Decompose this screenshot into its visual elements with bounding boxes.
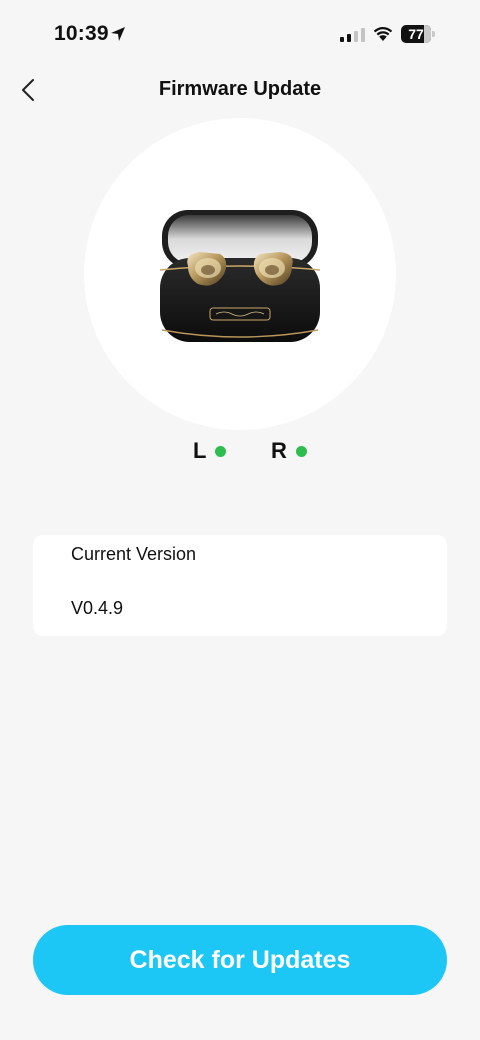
- right-connected-dot: [295, 445, 307, 457]
- left-earbud-label: L: [193, 438, 207, 463]
- left-connected-dot: [215, 445, 227, 457]
- left-earbud-status: L: [193, 438, 227, 464]
- battery-level: 77: [408, 26, 424, 42]
- status-bar: 10:39 77: [0, 0, 480, 70]
- version-card: Current Version V0.4.9: [33, 535, 447, 636]
- check-for-updates-button[interactable]: Check for Updates: [33, 925, 447, 995]
- current-version-label: Current Version: [71, 544, 197, 564]
- current-version-value: V0.4.9: [71, 598, 124, 618]
- earbud-status: L R: [0, 438, 480, 470]
- nav-bar: Firmware Update: [0, 70, 480, 110]
- earbuds-case-image: [159, 210, 321, 342]
- device-image-circle: [84, 118, 396, 430]
- right-earbud-status: R: [271, 438, 307, 464]
- right-earbud-label: R: [271, 438, 287, 463]
- page-title: Firmware Update: [158, 78, 322, 100]
- location-arrow-icon: [111, 27, 125, 41]
- status-time: 10:39: [54, 22, 109, 45]
- battery-icon: 77: [401, 25, 435, 43]
- wifi-icon: [373, 27, 393, 41]
- cellular-signal-icon: [340, 27, 365, 42]
